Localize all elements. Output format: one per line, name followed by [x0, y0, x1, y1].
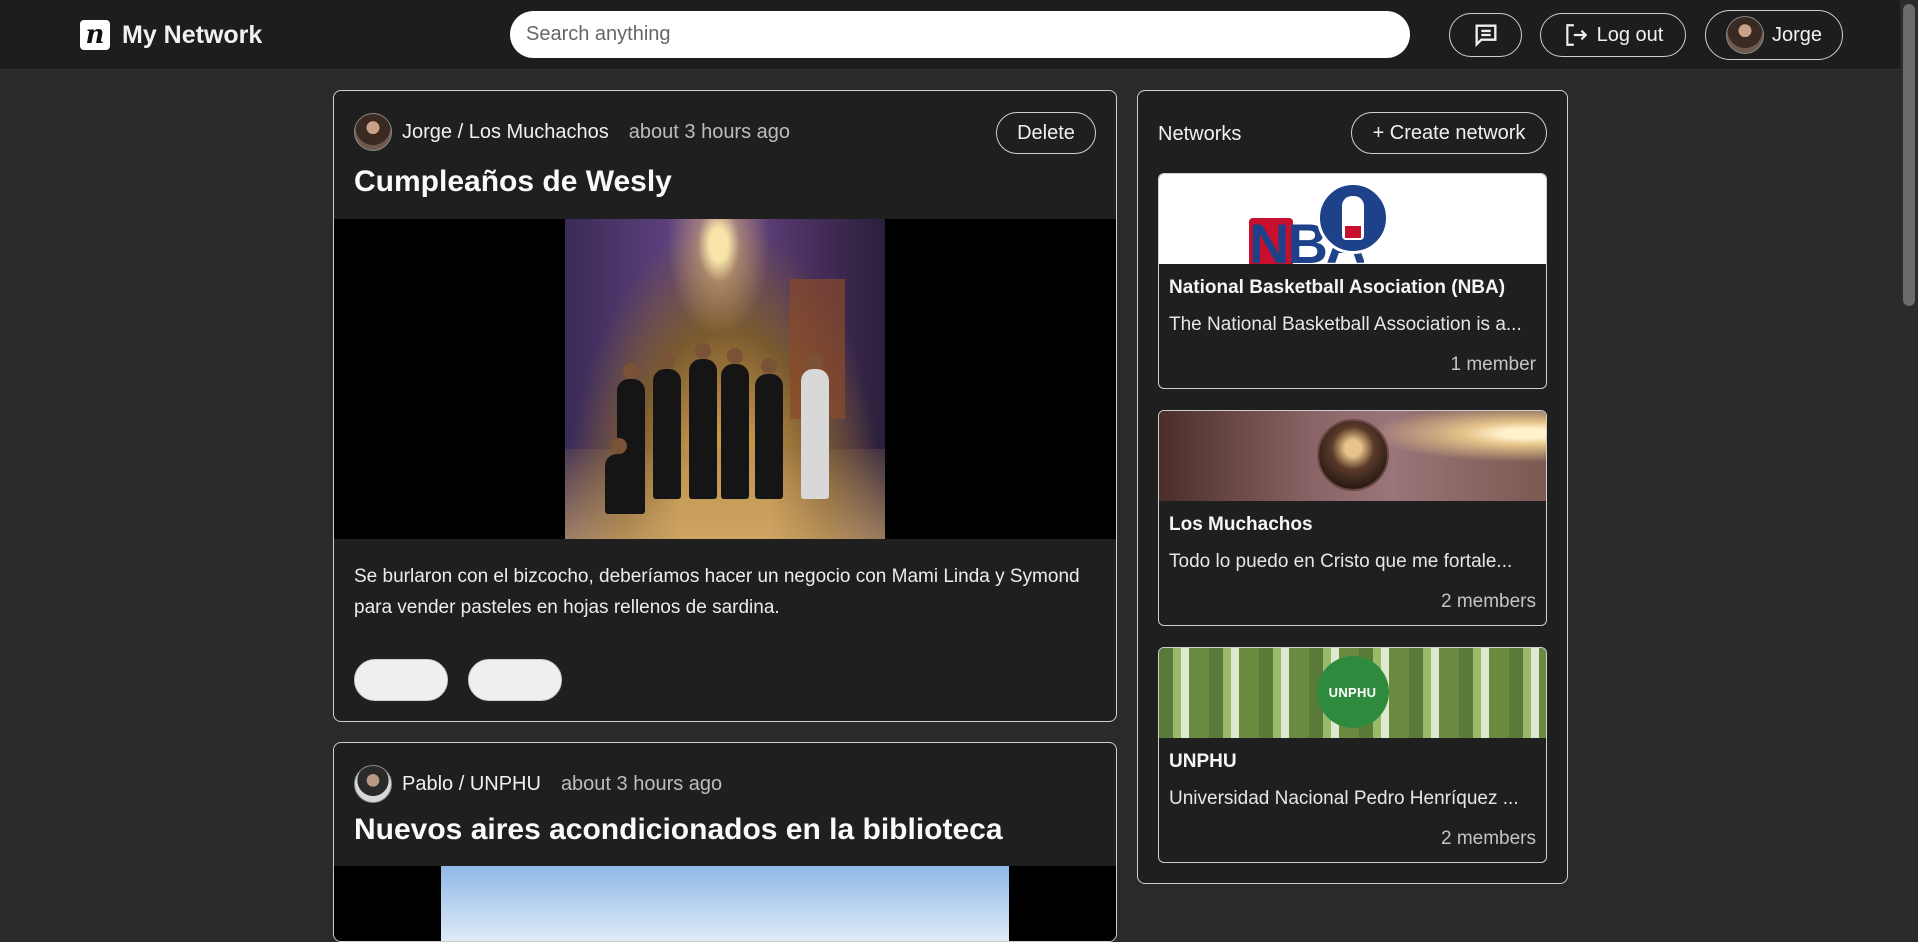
network-avatar: [1316, 419, 1389, 491]
search-input[interactable]: [510, 11, 1410, 58]
comments-count: 1: [529, 668, 541, 691]
post-title[interactable]: Cumpleaños de Wesly: [354, 165, 672, 199]
photo-person: [653, 353, 681, 499]
network-name: National Basketball Asociation (NBA): [1169, 277, 1506, 298]
network-members: 2 members: [1440, 591, 1536, 612]
comment-icon: [492, 669, 514, 693]
photo-person: [721, 348, 749, 499]
photo-person: [689, 343, 717, 499]
user-avatar: [1725, 16, 1764, 54]
post-header: Jorge / Los Muchachos about 3 hours ago: [354, 113, 790, 151]
post-photo[interactable]: [441, 866, 1009, 941]
network-name: UNPHU: [1169, 751, 1237, 772]
network-name: Los Muchachos: [1169, 514, 1313, 535]
networks-title: Networks: [1158, 123, 1242, 145]
user-menu-button[interactable]: Jorge: [1705, 10, 1843, 60]
post-body: Se burlaron con el bizcocho, deberíamos …: [354, 566, 1080, 618]
delete-post-button[interactable]: Delete: [996, 112, 1096, 154]
smiley-icon: [376, 667, 403, 693]
app-name: My Network: [122, 20, 263, 49]
comments-button[interactable]: 1: [468, 659, 562, 701]
logout-label: Log out: [1596, 23, 1664, 46]
photo-person: [605, 438, 645, 514]
network-card[interactable]: Los Muchachos Todo lo puedo en Cristo qu…: [1158, 410, 1547, 626]
post-title[interactable]: Nuevos aires acondicionados en la biblio…: [354, 813, 1003, 847]
network-description: The National Basketball Association is a…: [1169, 314, 1522, 335]
chat-icon: [1475, 24, 1496, 48]
network-banner: NBA: [1159, 174, 1546, 264]
networks-panel: Networks + Create network NBA National B…: [1137, 90, 1568, 884]
user-name: Jorge: [1771, 23, 1823, 46]
unphu-logo-badge: UNPHU: [1316, 656, 1389, 728]
post-card: Jorge / Los Muchachos about 3 hours ago …: [333, 90, 1117, 722]
reactions-button[interactable]: 2: [354, 659, 448, 701]
post-card: Pablo / UNPHU about 3 hours ago Nuevos a…: [333, 742, 1117, 942]
network-banner: [1159, 411, 1546, 501]
post-time: about 3 hours ago: [628, 120, 791, 143]
post-author[interactable]: Jorge / Los Muchachos: [402, 121, 609, 144]
network-members: 1 member: [1450, 354, 1536, 375]
logout-icon: [1565, 24, 1587, 46]
nba-logo-icon: [1316, 182, 1389, 254]
network-description: Universidad Nacional Pedro Henríquez ...: [1169, 788, 1519, 809]
photo-person: [755, 358, 783, 499]
post-time: about 3 hours ago: [560, 772, 723, 795]
top-navbar: n My Network Log out Jorge: [0, 0, 1900, 70]
app-logo[interactable]: n My Network: [80, 20, 262, 50]
network-description: Todo lo puedo en Cristo que me fortale..…: [1169, 551, 1513, 572]
author-avatar[interactable]: [354, 113, 392, 151]
network-banner: UNPHU: [1159, 648, 1546, 738]
messages-button[interactable]: [1449, 13, 1522, 57]
create-network-button[interactable]: + Create network: [1351, 112, 1547, 154]
network-members: 2 members: [1440, 828, 1536, 849]
logout-button[interactable]: Log out: [1540, 13, 1686, 57]
logo-icon: n: [80, 20, 110, 50]
post-media: [334, 219, 1116, 539]
scrollbar-thumb[interactable]: [1903, 4, 1915, 306]
author-avatar[interactable]: [354, 765, 392, 803]
post-media: [334, 866, 1116, 941]
network-card[interactable]: UNPHU UNPHU Universidad Nacional Pedro H…: [1158, 647, 1547, 863]
post-photo[interactable]: [565, 219, 885, 539]
reactions-count: 2: [415, 668, 427, 691]
post-header: Pablo / UNPHU about 3 hours ago: [354, 765, 722, 803]
photo-person: [801, 353, 829, 499]
post-author[interactable]: Pablo / UNPHU: [402, 773, 541, 796]
network-card[interactable]: NBA National Basketball Asociation (NBA)…: [1158, 173, 1547, 389]
